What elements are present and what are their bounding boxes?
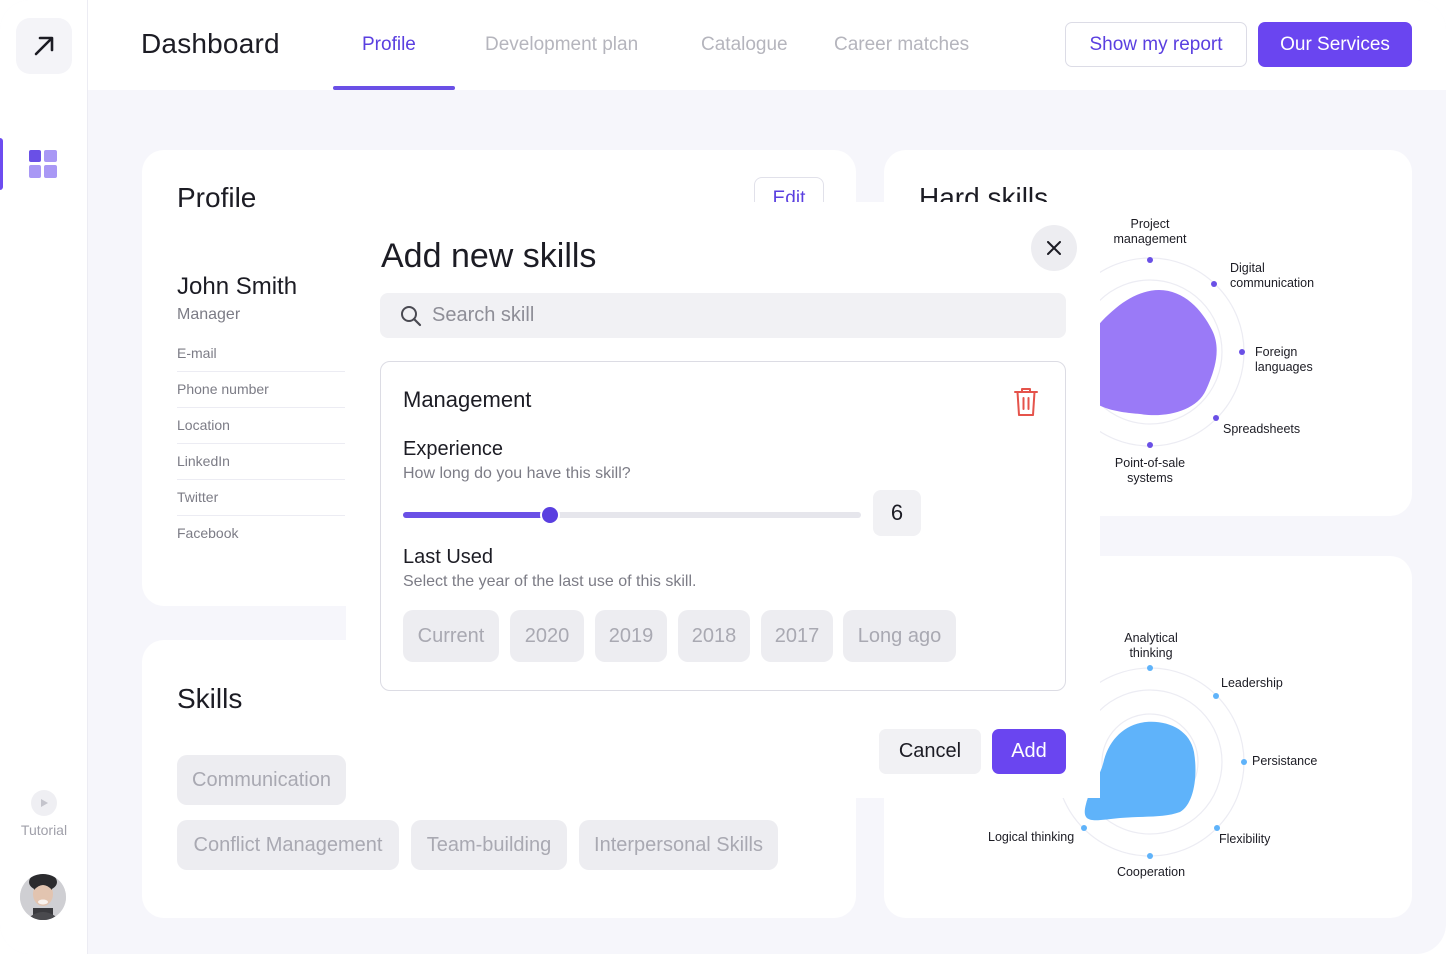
our-services-button[interactable]: Our Services (1258, 22, 1412, 67)
skill-chip[interactable]: Communication (177, 755, 346, 805)
trash-icon[interactable] (1013, 386, 1039, 418)
app-window: Tutorial Dashboard Profile Development p… (0, 0, 1446, 954)
slider-fill (403, 512, 550, 518)
radar-label: Digital communication (1230, 261, 1315, 290)
experience-slider[interactable] (403, 507, 861, 523)
search-icon (401, 306, 422, 327)
user-name: John Smith (177, 273, 298, 300)
field-label: Facebook (177, 525, 239, 541)
tutorial-label: Tutorial (20, 822, 68, 838)
skill-chip[interactable]: Conflict Management (177, 820, 399, 870)
profile-field-twitter: Twitter (177, 480, 345, 516)
year-option-current[interactable]: Current (403, 610, 499, 662)
tab-profile[interactable]: Profile (362, 34, 416, 56)
skill-name: Management (403, 387, 532, 412)
skill-entry: Management Experience How long do you ha… (380, 361, 1066, 691)
radar-label: Foreign languages (1255, 345, 1313, 374)
experience-help: How long do you have this skill? (403, 465, 631, 482)
sidebar: Tutorial (0, 0, 88, 954)
profile-field-facebook: Facebook (177, 516, 345, 552)
play-icon (31, 790, 57, 816)
search-input[interactable] (432, 293, 1032, 338)
radar-label: Logical thinking (988, 830, 1075, 844)
skill-chip[interactable]: Interpersonal Skills (579, 820, 778, 870)
field-label: Location (177, 417, 230, 433)
radar-label: Point-of-sale systems (1114, 456, 1186, 485)
skill-chip[interactable]: Team-building (411, 820, 567, 870)
last-used-help: Select the year of the last use of this … (403, 573, 697, 590)
profile-title: Profile (177, 182, 257, 213)
radar-label: Flexibility (1219, 832, 1271, 846)
soft-skills-blob (1084, 721, 1196, 821)
radar-label: Spreadsheets (1223, 422, 1301, 436)
skill-search (380, 293, 1066, 338)
dashboard-grid-icon (29, 150, 57, 178)
cancel-button[interactable]: Cancel (879, 729, 981, 774)
close-modal-button[interactable] (1031, 225, 1077, 271)
profile-field-phone: Phone number (177, 372, 345, 408)
close-icon (1047, 241, 1061, 255)
user-photo (20, 874, 66, 920)
avatar[interactable] (20, 874, 66, 920)
profile-field-linkedin: LinkedIn (177, 444, 345, 480)
radar-label: Leadership (1221, 676, 1283, 690)
field-label: Twitter (177, 489, 219, 505)
active-tab-underline (333, 86, 455, 90)
year-option-2019[interactable]: 2019 (595, 610, 667, 662)
tab-career-matches[interactable]: Career matches (834, 34, 969, 56)
profile-field-location: Location (177, 408, 345, 444)
year-option-2017[interactable]: 2017 (761, 610, 833, 662)
logo[interactable] (16, 18, 72, 74)
top-header: Dashboard Profile Development plan Catal… (88, 0, 1446, 90)
radar-label: Cooperation (1116, 865, 1186, 879)
year-option-2018[interactable]: 2018 (678, 610, 750, 662)
experience-value[interactable]: 6 (873, 490, 921, 536)
last-used-label: Last Used (403, 546, 494, 568)
year-option-long-ago[interactable]: Long ago (843, 610, 956, 662)
field-label: Phone number (177, 381, 269, 397)
profile-field-email: E-mail (177, 336, 345, 372)
hard-skills-blob (1079, 290, 1217, 416)
tutorial-button[interactable]: Tutorial (0, 790, 88, 838)
add-button[interactable]: Add (992, 729, 1066, 774)
skills-title: Skills (177, 683, 243, 714)
radar-label: Persistance (1252, 754, 1318, 768)
tab-development-plan[interactable]: Development plan (485, 34, 638, 56)
tab-catalogue[interactable]: Catalogue (701, 34, 788, 56)
edit-profile-button[interactable]: Edit (754, 177, 824, 203)
radar-label: Project management (1113, 217, 1187, 246)
experience-label: Experience (403, 438, 504, 460)
show-report-button[interactable]: Show my report (1065, 22, 1247, 67)
page-title: Dashboard (141, 28, 280, 59)
arrow-up-right-icon (34, 36, 54, 56)
user-role: Manager (177, 306, 241, 323)
year-option-2020[interactable]: 2020 (510, 610, 584, 662)
sidebar-item-dashboard[interactable] (0, 138, 88, 190)
radar-label: Analytical thinking (1124, 631, 1178, 660)
field-label: E-mail (177, 345, 217, 361)
modal-title: Add new skills (381, 237, 597, 275)
active-indicator (0, 138, 3, 190)
field-label: LinkedIn (177, 453, 230, 469)
slider-thumb[interactable] (542, 507, 558, 523)
